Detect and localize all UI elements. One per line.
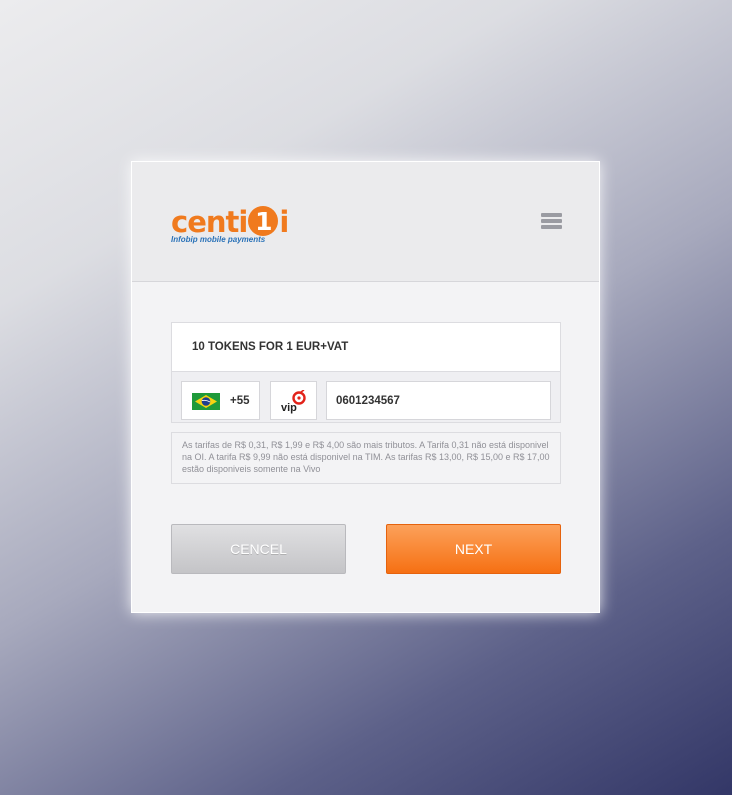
offer-box: 10 TOKENS FOR 1 EUR+VAT <box>171 322 561 372</box>
payment-dialog: centi 1 i Infobip mobile payments 10 TOKEN… <box>131 161 600 613</box>
offer-label: 10 TOKENS FOR 1 EUR+VAT <box>192 341 349 353</box>
brazil-flag-icon <box>192 393 220 410</box>
next-button[interactable]: NEXT <box>386 524 561 574</box>
operator-name: vip <box>281 402 297 414</box>
centili-logo: centi 1 i Infobip mobile payments <box>171 202 311 248</box>
hamburger-menu-icon[interactable] <box>541 213 562 231</box>
tariff-info-text: As tarifas de R$ 0,31, R$ 1,99 e R$ 4,00… <box>171 432 561 484</box>
country-code: +55 <box>230 395 250 407</box>
phone-number-input[interactable] <box>326 381 551 420</box>
vip-operator-icon: vip <box>281 390 306 414</box>
phone-row: +55 vip <box>171 372 561 423</box>
country-selector[interactable]: +55 <box>181 381 260 420</box>
operator-selector[interactable]: vip <box>270 381 317 420</box>
logo-tagline: Infobip mobile payments <box>171 235 266 244</box>
dialog-header: centi 1 i Infobip mobile payments <box>132 162 599 282</box>
cancel-button[interactable]: CENCEL <box>171 524 346 574</box>
